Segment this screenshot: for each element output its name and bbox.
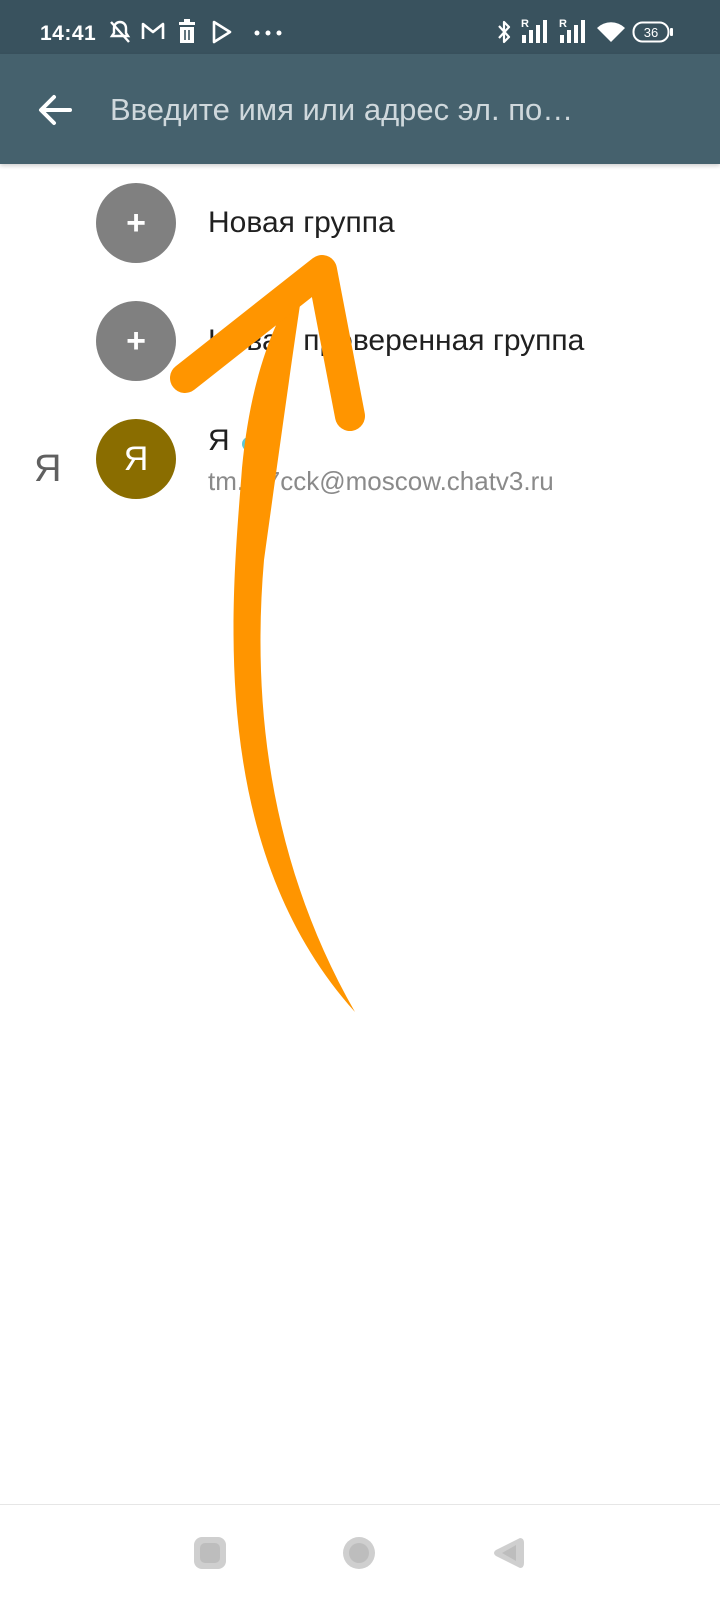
- wifi-icon: [596, 20, 626, 44]
- signal-roaming-icon: R: [520, 17, 552, 45]
- recents-button[interactable]: [192, 1535, 228, 1571]
- play-store-icon: [210, 19, 234, 45]
- home-button[interactable]: [341, 1535, 377, 1571]
- battery-icon: 36: [632, 20, 674, 44]
- back-arrow-icon: [39, 95, 72, 125]
- plus-icon: +: [96, 301, 176, 381]
- back-button[interactable]: [30, 84, 82, 136]
- contact-list-item[interactable]: Я Я tm..37cck@moscow.chatv3.ru: [0, 400, 720, 516]
- contact-email: tm..37cck@moscow.chatv3.ru: [208, 466, 554, 496]
- navigation-bar: [0, 1504, 720, 1600]
- new-group-item[interactable]: + Новая группа: [0, 164, 720, 280]
- cloud-status-icon: [241, 433, 263, 452]
- mute-icon: [108, 19, 132, 45]
- back-nav-button[interactable]: [490, 1535, 526, 1571]
- bluetooth-icon: [496, 19, 512, 45]
- roaming-label: R: [521, 18, 529, 30]
- status-bar: 14:41 R R 36: [0, 0, 720, 54]
- new-group-label: Новая группа: [208, 206, 395, 239]
- battery-level: 36: [644, 25, 658, 40]
- triangle-back-icon: [494, 1538, 524, 1568]
- gmail-icon: [140, 19, 166, 43]
- square-icon: [194, 1537, 226, 1569]
- new-verified-group-item[interactable]: + Новая проверенная группа: [0, 282, 720, 398]
- more-dots-icon: [254, 30, 282, 36]
- roaming-label: R: [559, 18, 567, 30]
- contact-name: Я: [208, 424, 230, 457]
- circle-icon: [343, 1537, 375, 1569]
- signal-roaming-icon: R: [558, 17, 590, 45]
- new-verified-group-label: Новая проверенная группа: [208, 324, 585, 357]
- contact-name-row: Я: [208, 424, 266, 458]
- plus-icon: +: [96, 183, 176, 263]
- avatar: Я: [96, 419, 176, 499]
- search-input[interactable]: [110, 88, 690, 132]
- app-bar: [0, 54, 720, 164]
- trash-icon: [176, 19, 198, 45]
- status-time: 14:41: [40, 22, 97, 45]
